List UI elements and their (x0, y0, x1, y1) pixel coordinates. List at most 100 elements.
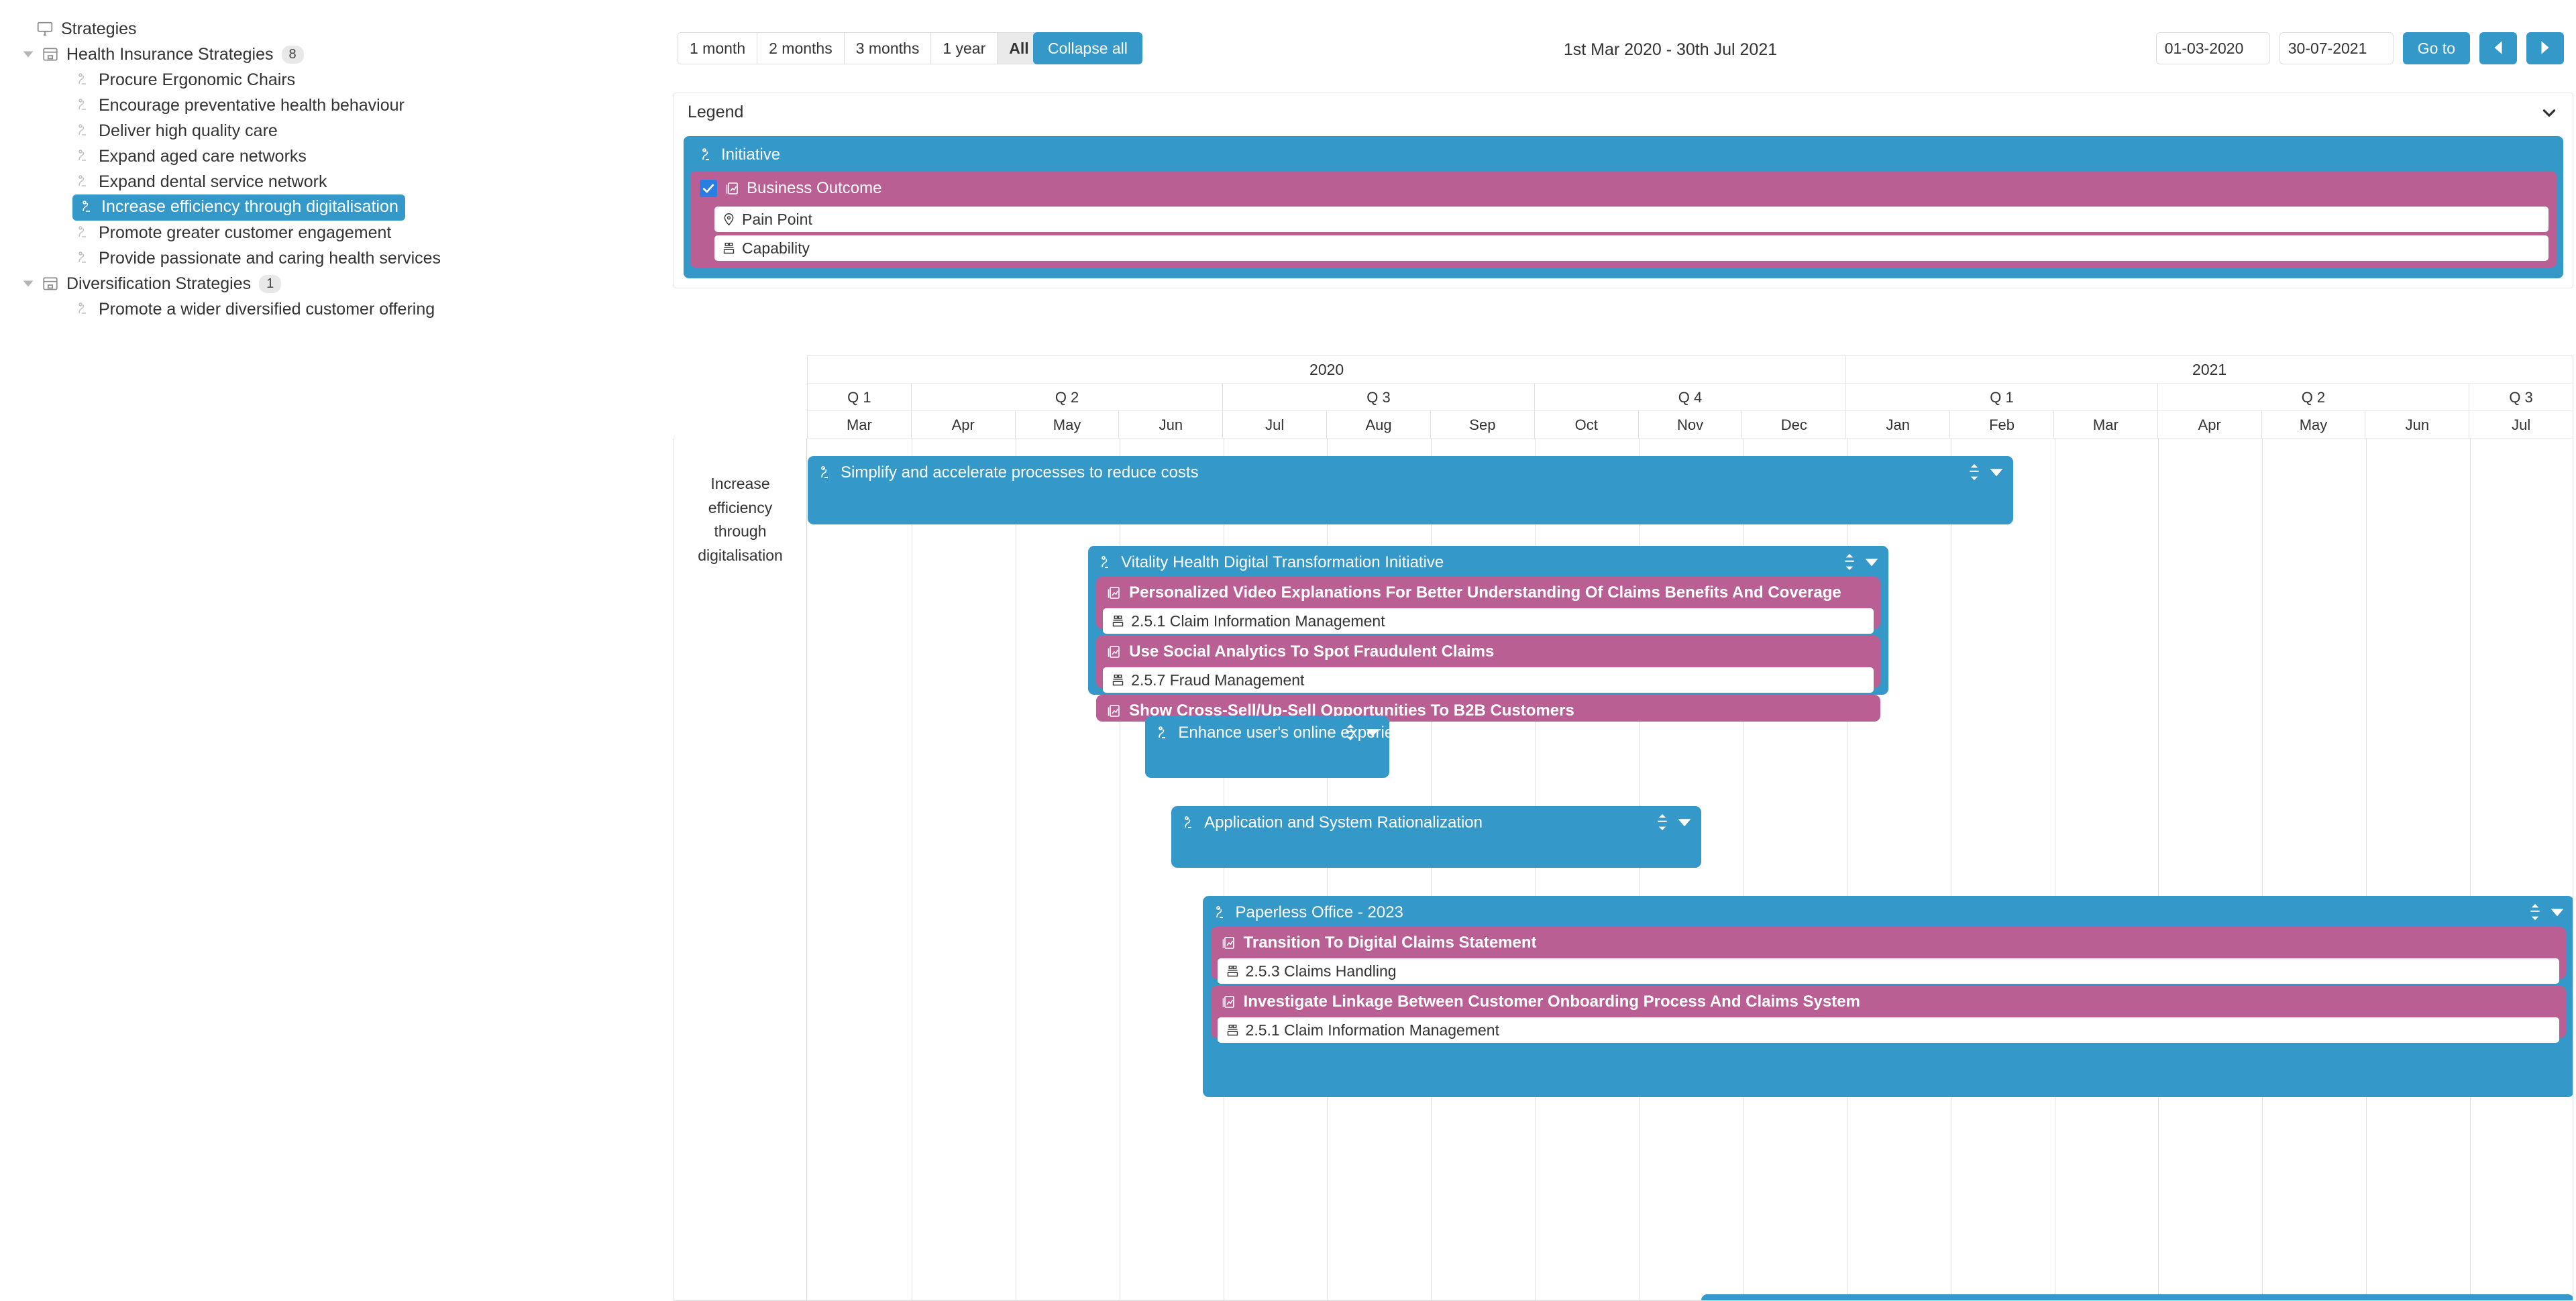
sidebar-item-label: Promote greater customer engagement (99, 223, 392, 242)
date-to-input[interactable] (2279, 32, 2394, 64)
gantt-bar-initiative[interactable]: Enhance user's online experience (1145, 716, 1390, 778)
sidebar-item-encourage-preventative-health-behaviour[interactable]: Encourage preventative health behaviour (0, 93, 644, 118)
gantt-bar-initiative[interactable]: Application and System Rationalization (1171, 806, 1701, 868)
caret-down-icon[interactable] (1864, 555, 1879, 573)
timeline-month-cell: Mar (808, 411, 912, 439)
timeline-header: 2020 2021 Q 1Q 2Q 3Q 4Q 1Q 2Q 3 Mar Apr May… (807, 355, 2574, 439)
caret-down-icon[interactable] (20, 46, 36, 62)
resize-icon[interactable] (2529, 904, 2541, 923)
left-triangle-icon (2492, 40, 2504, 57)
sidebar-item-deliver-high-quality-care[interactable]: Deliver high quality care (0, 118, 644, 144)
sidebar-item-procure-ergonomic-chairs[interactable]: Procure Ergonomic Chairs (0, 67, 644, 93)
timeline-month-cell: Dec (1742, 411, 1847, 439)
gantt-outcome-label: Investigate Linkage Between Customer Onb… (1243, 993, 1860, 1011)
go-to-button[interactable]: Go to (2402, 32, 2470, 64)
caret-placeholder (15, 21, 31, 37)
gantt-capability-label: 2.5.7 Fraud Management (1131, 671, 1305, 689)
gantt-bar-outcome[interactable]: Transition To Digital Claims Statement 2.… (1210, 927, 2566, 984)
gantt-outcome-title: Investigate Linkage Between Customer Onb… (1211, 986, 2566, 1011)
zoom-1-month-button[interactable]: 1 month (678, 32, 757, 64)
gantt-capability-row[interactable]: 2.5.3 Claims Handling (1217, 958, 2559, 984)
gantt-outcome-title: Transition To Digital Claims Statement (1211, 927, 2566, 952)
initiative-icon (698, 147, 714, 163)
gantt-bar-initiative[interactable]: Paperless Office - 2023 Transition To Dig… (1202, 896, 2573, 1097)
gantt-capability-label: 2.5.1 Claim Information Management (1131, 612, 1385, 630)
resize-icon[interactable] (1344, 724, 1356, 744)
gantt-bar-label: Vitality Health Digital Transformation I… (1121, 553, 1444, 571)
gantt-bar-initiative[interactable] (1701, 1294, 2573, 1300)
legend-capability-row[interactable]: Capability (714, 235, 2548, 261)
gantt-bar-outcome[interactable]: Investigate Linkage Between Customer Onb… (1210, 986, 2566, 1043)
gantt-bar-initiative[interactable]: Vitality Health Digital Transformation I… (1088, 546, 1888, 722)
gantt-bar-initiative[interactable]: Simplify and accelerate processes to red… (808, 456, 2013, 524)
timeline-month-cell: May (1015, 411, 1120, 439)
timeline-month-row: Mar Apr May Jun Jul Aug Sep Oct Nov Dec Jan Feb Mar A… (808, 411, 2574, 439)
sidebar-item-label: Deliver high quality care (99, 121, 278, 140)
zoom-3-months-button[interactable]: 3 months (843, 32, 931, 64)
gantt-bar-outcome[interactable]: Personalized Video Explanations For Bett… (1096, 577, 1880, 634)
gantt-bar-label: Application and System Rationalization (1204, 813, 1483, 832)
collapse-all-button[interactable]: Collapse all (1033, 32, 1142, 64)
timeline-grid-area[interactable]: Simplify and accelerate processes to red… (808, 439, 2573, 1300)
legend-pain-point-row[interactable]: Pain Point (714, 207, 2548, 232)
strategy-icon (72, 121, 93, 141)
sidebar-item-expand-aged-care-networks[interactable]: Expand aged care networks (0, 144, 644, 169)
gantt-timeline: 2020 2021 Q 1Q 2Q 3Q 4Q 1Q 2Q 3 Mar Apr May… (674, 355, 2574, 1301)
gantt-bar-controls[interactable] (1968, 464, 2004, 484)
gantt-capability-row[interactable]: 2.5.1 Claim Information Management (1103, 608, 1874, 634)
timeline-month-cell: Nov (1638, 411, 1743, 439)
resize-icon[interactable] (1843, 554, 1856, 573)
date-from-input[interactable] (2155, 32, 2270, 64)
legend-pain-point-label: Pain Point (742, 210, 812, 228)
zoom-2-months-button[interactable]: 2 months (757, 32, 844, 64)
gantt-bar-outcome[interactable]: Use Social Analytics To Spot Fraudulent … (1096, 636, 1880, 693)
resize-icon[interactable] (1968, 464, 1980, 484)
legend-business-outcome-row[interactable]: Business Outcome (690, 176, 2557, 203)
caret-down-icon[interactable] (1989, 465, 2004, 483)
strategy-icon (72, 248, 93, 268)
legend-header[interactable]: Legend (674, 93, 2573, 131)
tree-group-health-insurance-strategies[interactable]: Health Insurance Strategies 8 (0, 42, 644, 67)
sidebar-item-promote-greater-customer-engagement[interactable]: Promote greater customer engagement (0, 220, 644, 245)
gantt-bar-controls[interactable] (2529, 904, 2565, 923)
business-outcome-checkbox[interactable] (700, 180, 717, 197)
zoom-1-year-button[interactable]: 1 year (930, 32, 998, 64)
timeline-month-cell: Jul (1223, 411, 1328, 439)
initiative-icon (1181, 815, 1197, 831)
gantt-outcome-title: Use Social Analytics To Spot Fraudulent … (1096, 636, 1880, 661)
tree-group-count-badge: 8 (281, 45, 304, 64)
next-period-button[interactable] (2526, 32, 2564, 64)
gantt-capability-row[interactable]: 2.5.1 Claim Information Management (1217, 1017, 2559, 1043)
timeline-gridline (2470, 439, 2471, 1300)
timeline-row-label-column: Increase efficiency through digitalisati… (674, 439, 807, 1300)
caret-down-icon[interactable] (1365, 725, 1380, 743)
gantt-outcome-label: Transition To Digital Claims Statement (1243, 934, 1537, 952)
strategy-icon (72, 95, 93, 115)
gantt-bar-controls[interactable] (1656, 814, 1692, 834)
sidebar-item-label: Increase efficiency through digitalisati… (101, 197, 398, 216)
sidebar-item-expand-dental-service-network[interactable]: Expand dental service network (0, 169, 644, 194)
timeline-row-label: Increase efficiency through digitalisati… (698, 475, 783, 564)
sidebar-item-provide-passionate-and-caring-health-services[interactable]: Provide passionate and caring health ser… (0, 245, 644, 271)
timeline-year-cell: 2021 (1846, 356, 2573, 384)
caret-down-icon[interactable] (1677, 815, 1692, 833)
resize-icon[interactable] (1656, 814, 1668, 834)
folder-icon (40, 44, 60, 64)
tree-root-strategies[interactable]: Strategies (0, 16, 644, 42)
gantt-capability-row[interactable]: 2.5.7 Fraud Management (1103, 667, 1874, 693)
chevron-down-icon[interactable] (2540, 104, 2558, 121)
caret-down-icon[interactable] (2550, 905, 2565, 923)
tree-group-diversification-strategies[interactable]: Diversification Strategies 1 (0, 271, 644, 296)
gantt-bar-title: Simplify and accelerate processes to red… (808, 456, 2013, 482)
previous-period-button[interactable] (2479, 32, 2517, 64)
gantt-bar-controls[interactable] (1344, 724, 1380, 744)
strategies-tree-panel: Strategies Health Insurance Strategies 8… (0, 0, 644, 1301)
legend-capability-label: Capability (742, 239, 810, 257)
sidebar-item-promote-a-wider-diversified-customer-offering[interactable]: Promote a wider diversified customer off… (0, 296, 644, 322)
caret-down-icon[interactable] (20, 276, 36, 292)
capability-icon (1226, 1023, 1240, 1037)
gantt-bar-controls[interactable] (1843, 554, 1879, 573)
timeline-month-cell: May (2261, 411, 2366, 439)
legend-initiative-row[interactable]: Initiative (684, 143, 2563, 171)
sidebar-item-increase-efficiency-through-digitalisation[interactable]: Increase efficiency through digitalisati… (0, 194, 644, 221)
